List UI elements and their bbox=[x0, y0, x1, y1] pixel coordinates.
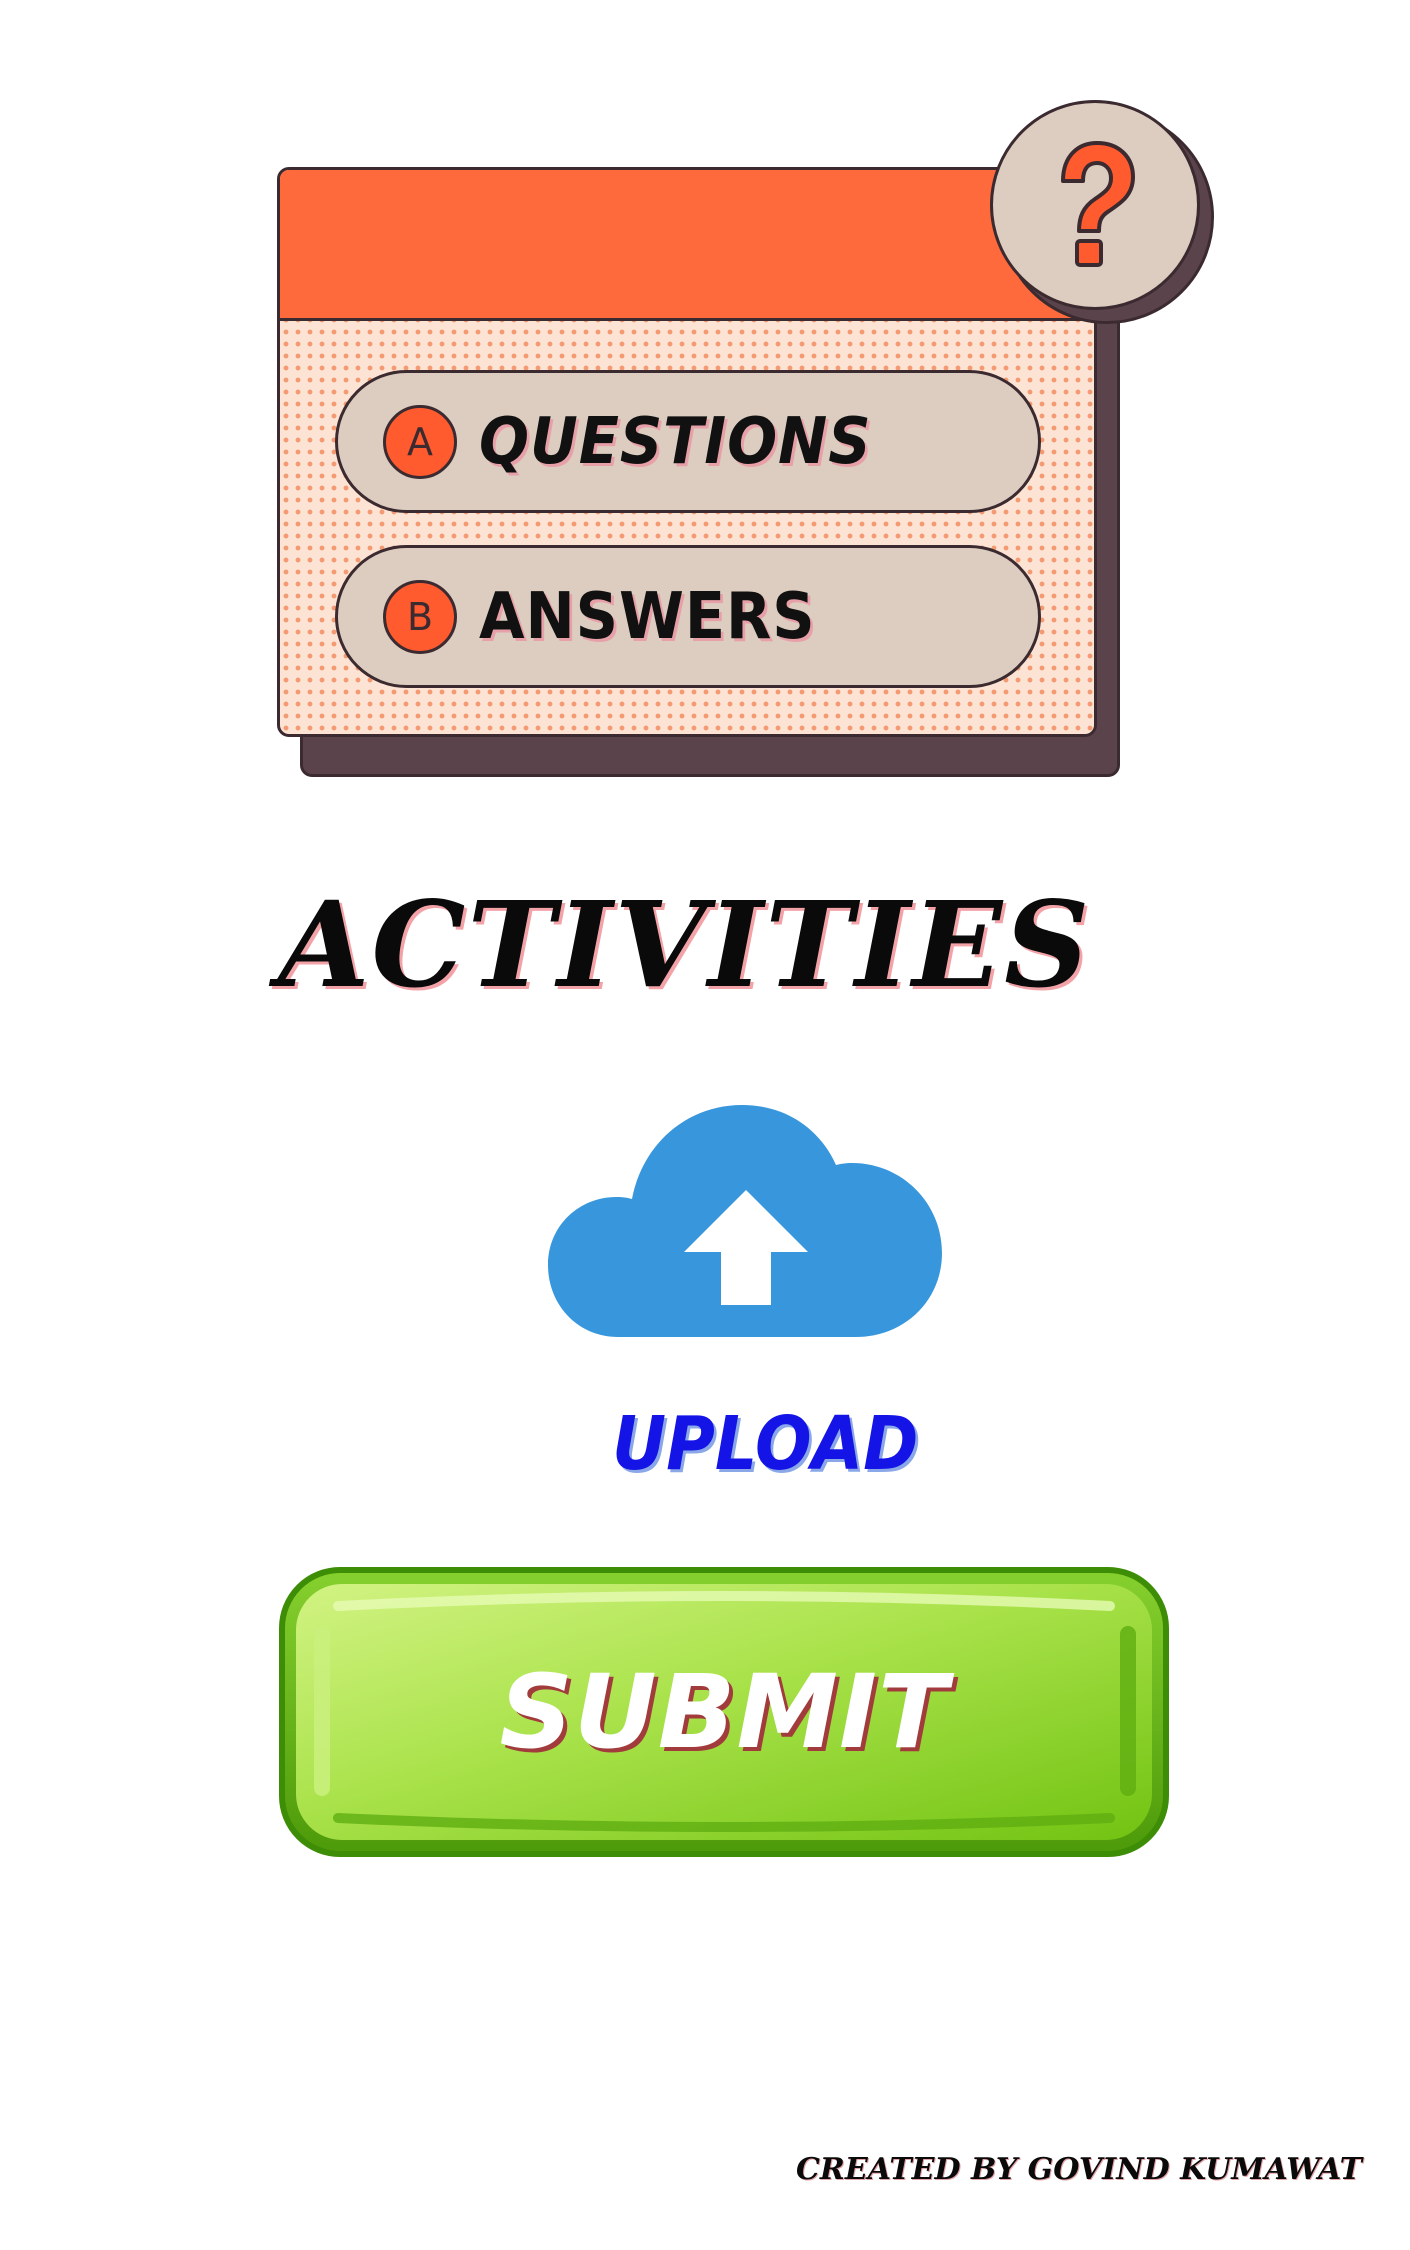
quiz-card: A QUESTIONS B ANSWERS bbox=[277, 167, 1120, 777]
question-mark-icon bbox=[1061, 141, 1135, 267]
upload-button[interactable]: UPLOAD bbox=[612, 1402, 918, 1486]
quiz-card-body: A QUESTIONS B ANSWERS bbox=[277, 167, 1097, 737]
credit-text: CREATED BY GOVIND KUMAWAT bbox=[796, 2152, 1362, 2187]
page-title: ACTIVITIES bbox=[278, 875, 1092, 1014]
question-badge bbox=[990, 100, 1200, 310]
submit-button-label: SUBMIT bbox=[499, 1652, 949, 1772]
option-letter-b: B bbox=[383, 579, 457, 654]
option-label-answers: ANSWERS bbox=[479, 579, 816, 654]
cloud-upload-icon[interactable] bbox=[548, 1065, 944, 1340]
option-questions[interactable]: A QUESTIONS bbox=[335, 370, 1041, 513]
option-letter-a: A bbox=[383, 404, 457, 479]
option-answers[interactable]: B ANSWERS bbox=[335, 545, 1041, 688]
submit-button[interactable]: SUBMIT bbox=[278, 1566, 1170, 1858]
quiz-card-header bbox=[280, 170, 1094, 321]
option-label-questions: QUESTIONS bbox=[479, 404, 872, 479]
